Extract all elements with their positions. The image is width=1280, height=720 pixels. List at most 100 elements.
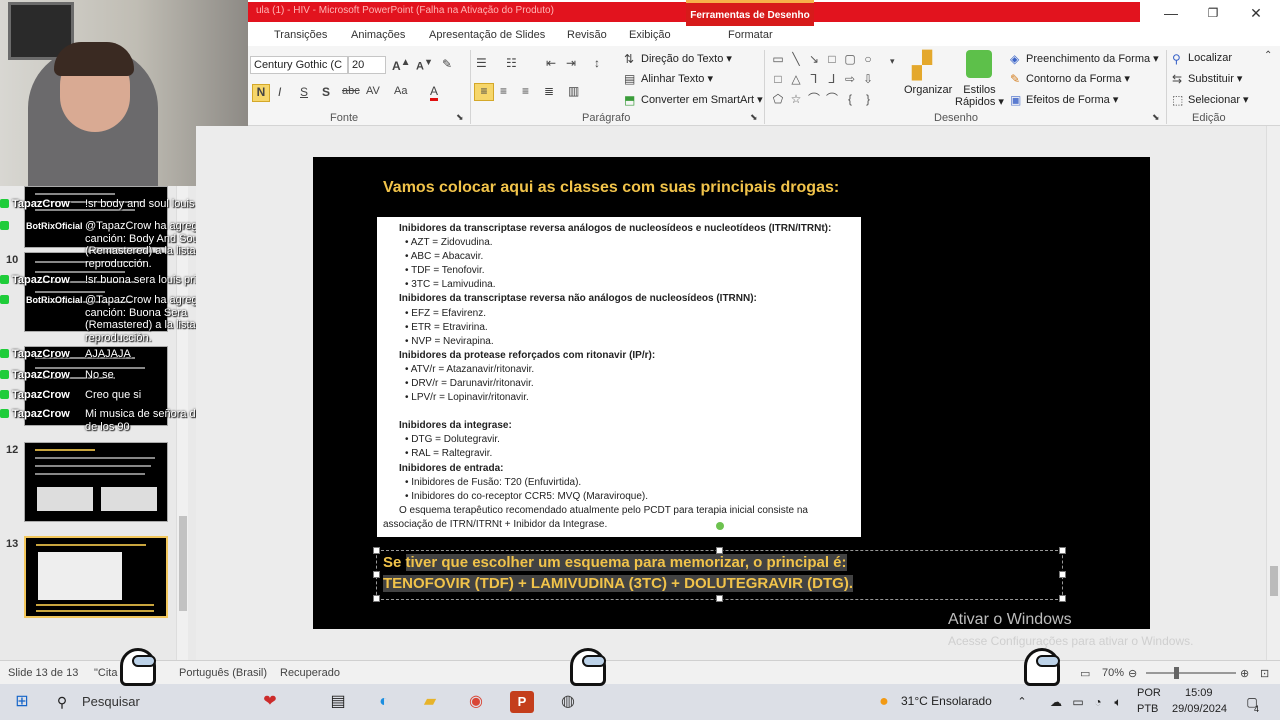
align-right-icon[interactable]: ≡: [522, 84, 529, 98]
fit-slide-icon[interactable]: ⊡: [1260, 667, 1269, 680]
text-direction-icon[interactable]: ⇅: [624, 52, 634, 66]
windows-start-icon[interactable]: ⊞: [10, 691, 34, 713]
gallery-more-icon[interactable]: ▾: [890, 56, 895, 67]
obs-icon[interactable]: ◍: [556, 691, 580, 713]
taskbar-search[interactable]: Pesquisar: [82, 694, 140, 709]
bold-icon[interactable]: N: [252, 84, 270, 102]
onedrive-icon[interactable]: ☁: [1044, 691, 1068, 713]
shape-elbow2-icon[interactable]: ⅃: [824, 72, 840, 86]
underline-icon[interactable]: S: [300, 85, 308, 99]
shape-brace-close-icon[interactable]: }: [860, 92, 876, 106]
find-button[interactable]: Localizar: [1188, 52, 1232, 64]
align-text-icon[interactable]: ▤: [624, 72, 635, 86]
tray-chevron-icon[interactable]: ⌃: [1010, 691, 1034, 713]
columns-icon[interactable]: ▥: [568, 84, 579, 98]
outline-icon[interactable]: ✎: [1010, 72, 1020, 86]
maximize-button[interactable]: ❐: [1198, 4, 1228, 22]
slideshow-icon[interactable]: ▭: [1080, 667, 1090, 680]
slide-scrollbar[interactable]: [1266, 126, 1280, 660]
tab-revisao[interactable]: Revisão: [567, 29, 607, 41]
notification-icon[interactable]: ▢: [1240, 691, 1264, 713]
shape-fill-button[interactable]: Preenchimento da Forma ▾: [1026, 52, 1159, 65]
close-button[interactable]: ✕: [1241, 4, 1271, 22]
minimize-button[interactable]: —: [1156, 4, 1186, 22]
select-icon[interactable]: ⬚: [1172, 93, 1183, 107]
grow-font-icon[interactable]: A▲: [392, 57, 411, 73]
quick-styles-button[interactable]: Estilos Rápidos ▾: [955, 84, 1004, 108]
smartart-icon[interactable]: ⬒: [624, 93, 635, 107]
font-name-box[interactable]: Century Gothic (C: [250, 56, 348, 74]
tab-formatar[interactable]: Formatar: [728, 29, 773, 41]
rotation-handle[interactable]: [716, 522, 724, 530]
slide-title[interactable]: Vamos colocar aqui as classes com suas p…: [383, 179, 839, 197]
chrome-icon[interactable]: ◉: [464, 691, 488, 713]
zoom-slider-thumb[interactable]: [1174, 667, 1179, 679]
resize-handle[interactable]: [1059, 595, 1066, 602]
strikethrough-icon[interactable]: abc: [342, 85, 360, 97]
zoom-level[interactable]: 70%: [1102, 667, 1124, 679]
increase-indent-icon[interactable]: ⇥: [566, 56, 576, 70]
fonte-launcher-icon[interactable]: ⬊: [456, 112, 464, 123]
shape-pentagon-icon[interactable]: ⬠: [770, 92, 786, 106]
powerpoint-icon[interactable]: P: [510, 691, 534, 713]
align-text-button[interactable]: Alinhar Texto ▾: [641, 72, 713, 85]
volume-icon[interactable]: 🔈︎: [1106, 691, 1130, 713]
drawing-tools-context-tab[interactable]: Ferramentas de Desenho: [686, 0, 814, 26]
zoom-in-icon[interactable]: ⊕: [1240, 667, 1249, 680]
shape-textbox-icon[interactable]: ▭: [770, 52, 786, 66]
file-explorer-icon[interactable]: ▰: [418, 691, 442, 713]
decrease-indent-icon[interactable]: ⇤: [546, 56, 556, 70]
shapes-gallery[interactable]: ▭ ╲ ↘ □ ▢ ○ □ △ ⅂ ⅃ ⇨ ⇩ ⬠ ☆ ⌒ ⌒ { }: [770, 52, 888, 108]
tab-animacoes[interactable]: Animações: [351, 29, 405, 41]
lang-code[interactable]: POR: [1137, 687, 1161, 699]
resize-handle[interactable]: [1059, 547, 1066, 554]
bullets-icon[interactable]: ☰: [476, 56, 487, 70]
clock-time[interactable]: 15:09: [1185, 687, 1213, 699]
resize-handle[interactable]: [1059, 571, 1066, 578]
effects-icon[interactable]: ▣: [1010, 93, 1021, 107]
shape-elbow-icon[interactable]: ⅂: [806, 72, 822, 86]
scrollbar-thumb[interactable]: [179, 516, 187, 611]
shape-triangle-icon[interactable]: △: [788, 72, 804, 86]
shape-block-arrow-icon[interactable]: ⇨: [842, 72, 858, 86]
shape-curve-icon[interactable]: ⌒: [806, 92, 822, 106]
convert-smartart-button[interactable]: Converter em SmartArt ▾: [641, 93, 763, 106]
shape-oval-icon[interactable]: ○: [860, 52, 876, 66]
search-icon[interactable]: ⚲: [50, 691, 74, 713]
shape-brace-open-icon[interactable]: {: [842, 92, 858, 106]
shape-effects-button[interactable]: Efeitos de Forma ▾: [1026, 93, 1118, 106]
shape-arc-icon[interactable]: ⌒: [824, 92, 840, 106]
shadow-icon[interactable]: S: [322, 85, 330, 99]
replace-button[interactable]: Substituir ▾: [1188, 72, 1242, 85]
shape-outline-button[interactable]: Contorno da Forma ▾: [1026, 72, 1130, 85]
shrink-font-icon[interactable]: A▼: [416, 57, 433, 73]
quick-styles-icon[interactable]: [966, 50, 992, 78]
shape-rounded-icon[interactable]: ▢: [842, 52, 858, 66]
slide-thumbnail-12[interactable]: [24, 442, 168, 522]
shape-line-icon[interactable]: ╲: [788, 52, 804, 66]
arrange-button[interactable]: Organizar: [904, 84, 952, 96]
collapse-ribbon-icon[interactable]: ⌃: [1264, 50, 1272, 61]
font-color-icon[interactable]: A: [430, 84, 439, 101]
desenho-launcher-icon[interactable]: ⬊: [1152, 112, 1160, 123]
shape-down-arrow-icon[interactable]: ⇩: [860, 72, 876, 86]
arrange-icon[interactable]: ▞: [912, 50, 932, 81]
weather-text[interactable]: 31°C Ensolarado: [901, 694, 992, 708]
shape-arrow-icon[interactable]: ↘: [806, 52, 822, 66]
drug-classes-image[interactable]: Inibidores da transcriptase reversa anál…: [377, 217, 861, 537]
fill-icon[interactable]: ◈: [1010, 52, 1019, 66]
resize-handle[interactable]: [716, 547, 723, 554]
tab-transicoes[interactable]: Transições: [274, 29, 327, 41]
resize-handle[interactable]: [373, 547, 380, 554]
char-spacing-icon[interactable]: AV: [366, 85, 380, 97]
shape-square-icon[interactable]: □: [770, 72, 786, 86]
language-status[interactable]: Português (Brasil): [179, 667, 267, 679]
select-button[interactable]: Selecionar ▾: [1188, 93, 1249, 106]
resize-handle[interactable]: [716, 595, 723, 602]
paragrafo-launcher-icon[interactable]: ⬊: [750, 112, 758, 123]
resize-handle[interactable]: [373, 595, 380, 602]
edge-icon[interactable]: ◐: [372, 691, 396, 713]
font-size-box[interactable]: 20: [348, 56, 386, 74]
scrollbar-thumb[interactable]: [1270, 566, 1278, 596]
find-icon[interactable]: ⚲: [1172, 52, 1181, 66]
